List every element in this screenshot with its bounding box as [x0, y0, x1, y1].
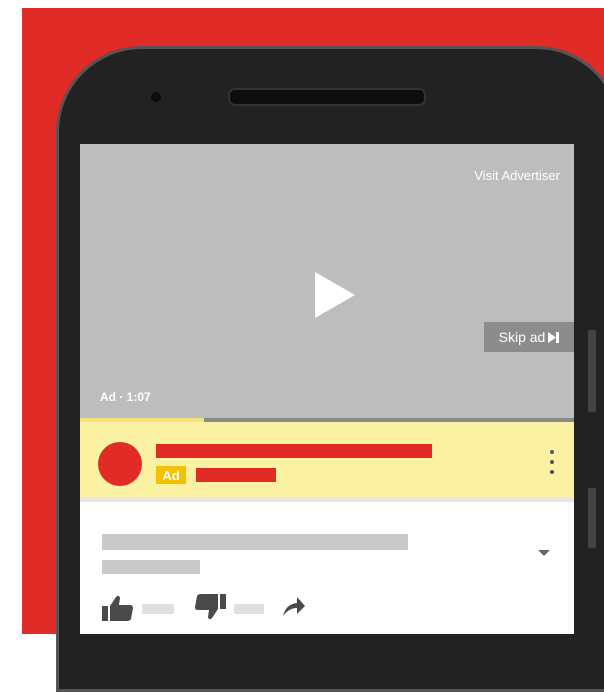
- more-vert-icon[interactable]: [550, 450, 554, 474]
- advertiser-avatar: [98, 442, 142, 486]
- thumbs-up-icon[interactable]: [102, 594, 134, 627]
- phone-speaker: [228, 88, 426, 106]
- ad-subtitle-placeholder: [196, 468, 276, 482]
- divider: [80, 498, 574, 502]
- visit-advertiser-link[interactable]: Visit Advertiser: [474, 168, 560, 183]
- ad-countdown: Ad · 1:07: [100, 390, 151, 404]
- phone-camera: [151, 92, 161, 102]
- ad-badge: Ad: [156, 466, 186, 484]
- video-player[interactable]: Visit Advertiser Skip ad Ad · 1:07: [80, 144, 574, 422]
- play-icon[interactable]: [315, 272, 355, 318]
- thumbs-down-icon[interactable]: [194, 594, 226, 627]
- phone-side-button: [588, 330, 596, 412]
- ad-info-card[interactable]: Ad: [80, 422, 574, 498]
- skip-ad-label: Skip ad: [498, 329, 546, 345]
- skip-ad-button[interactable]: Skip ad: [484, 322, 574, 352]
- chevron-down-icon[interactable]: [538, 550, 550, 556]
- phone-volume-button: [588, 488, 596, 548]
- video-title-placeholder: [102, 534, 408, 550]
- phone-screen: Visit Advertiser Skip ad Ad · 1:07 Ad: [80, 144, 574, 634]
- like-count-placeholder: [142, 604, 174, 614]
- video-meta-placeholder: [102, 560, 200, 574]
- skip-next-icon: [548, 331, 560, 343]
- dislike-count-placeholder: [234, 604, 264, 614]
- ad-title-placeholder: [156, 444, 432, 458]
- share-icon[interactable]: [282, 596, 306, 623]
